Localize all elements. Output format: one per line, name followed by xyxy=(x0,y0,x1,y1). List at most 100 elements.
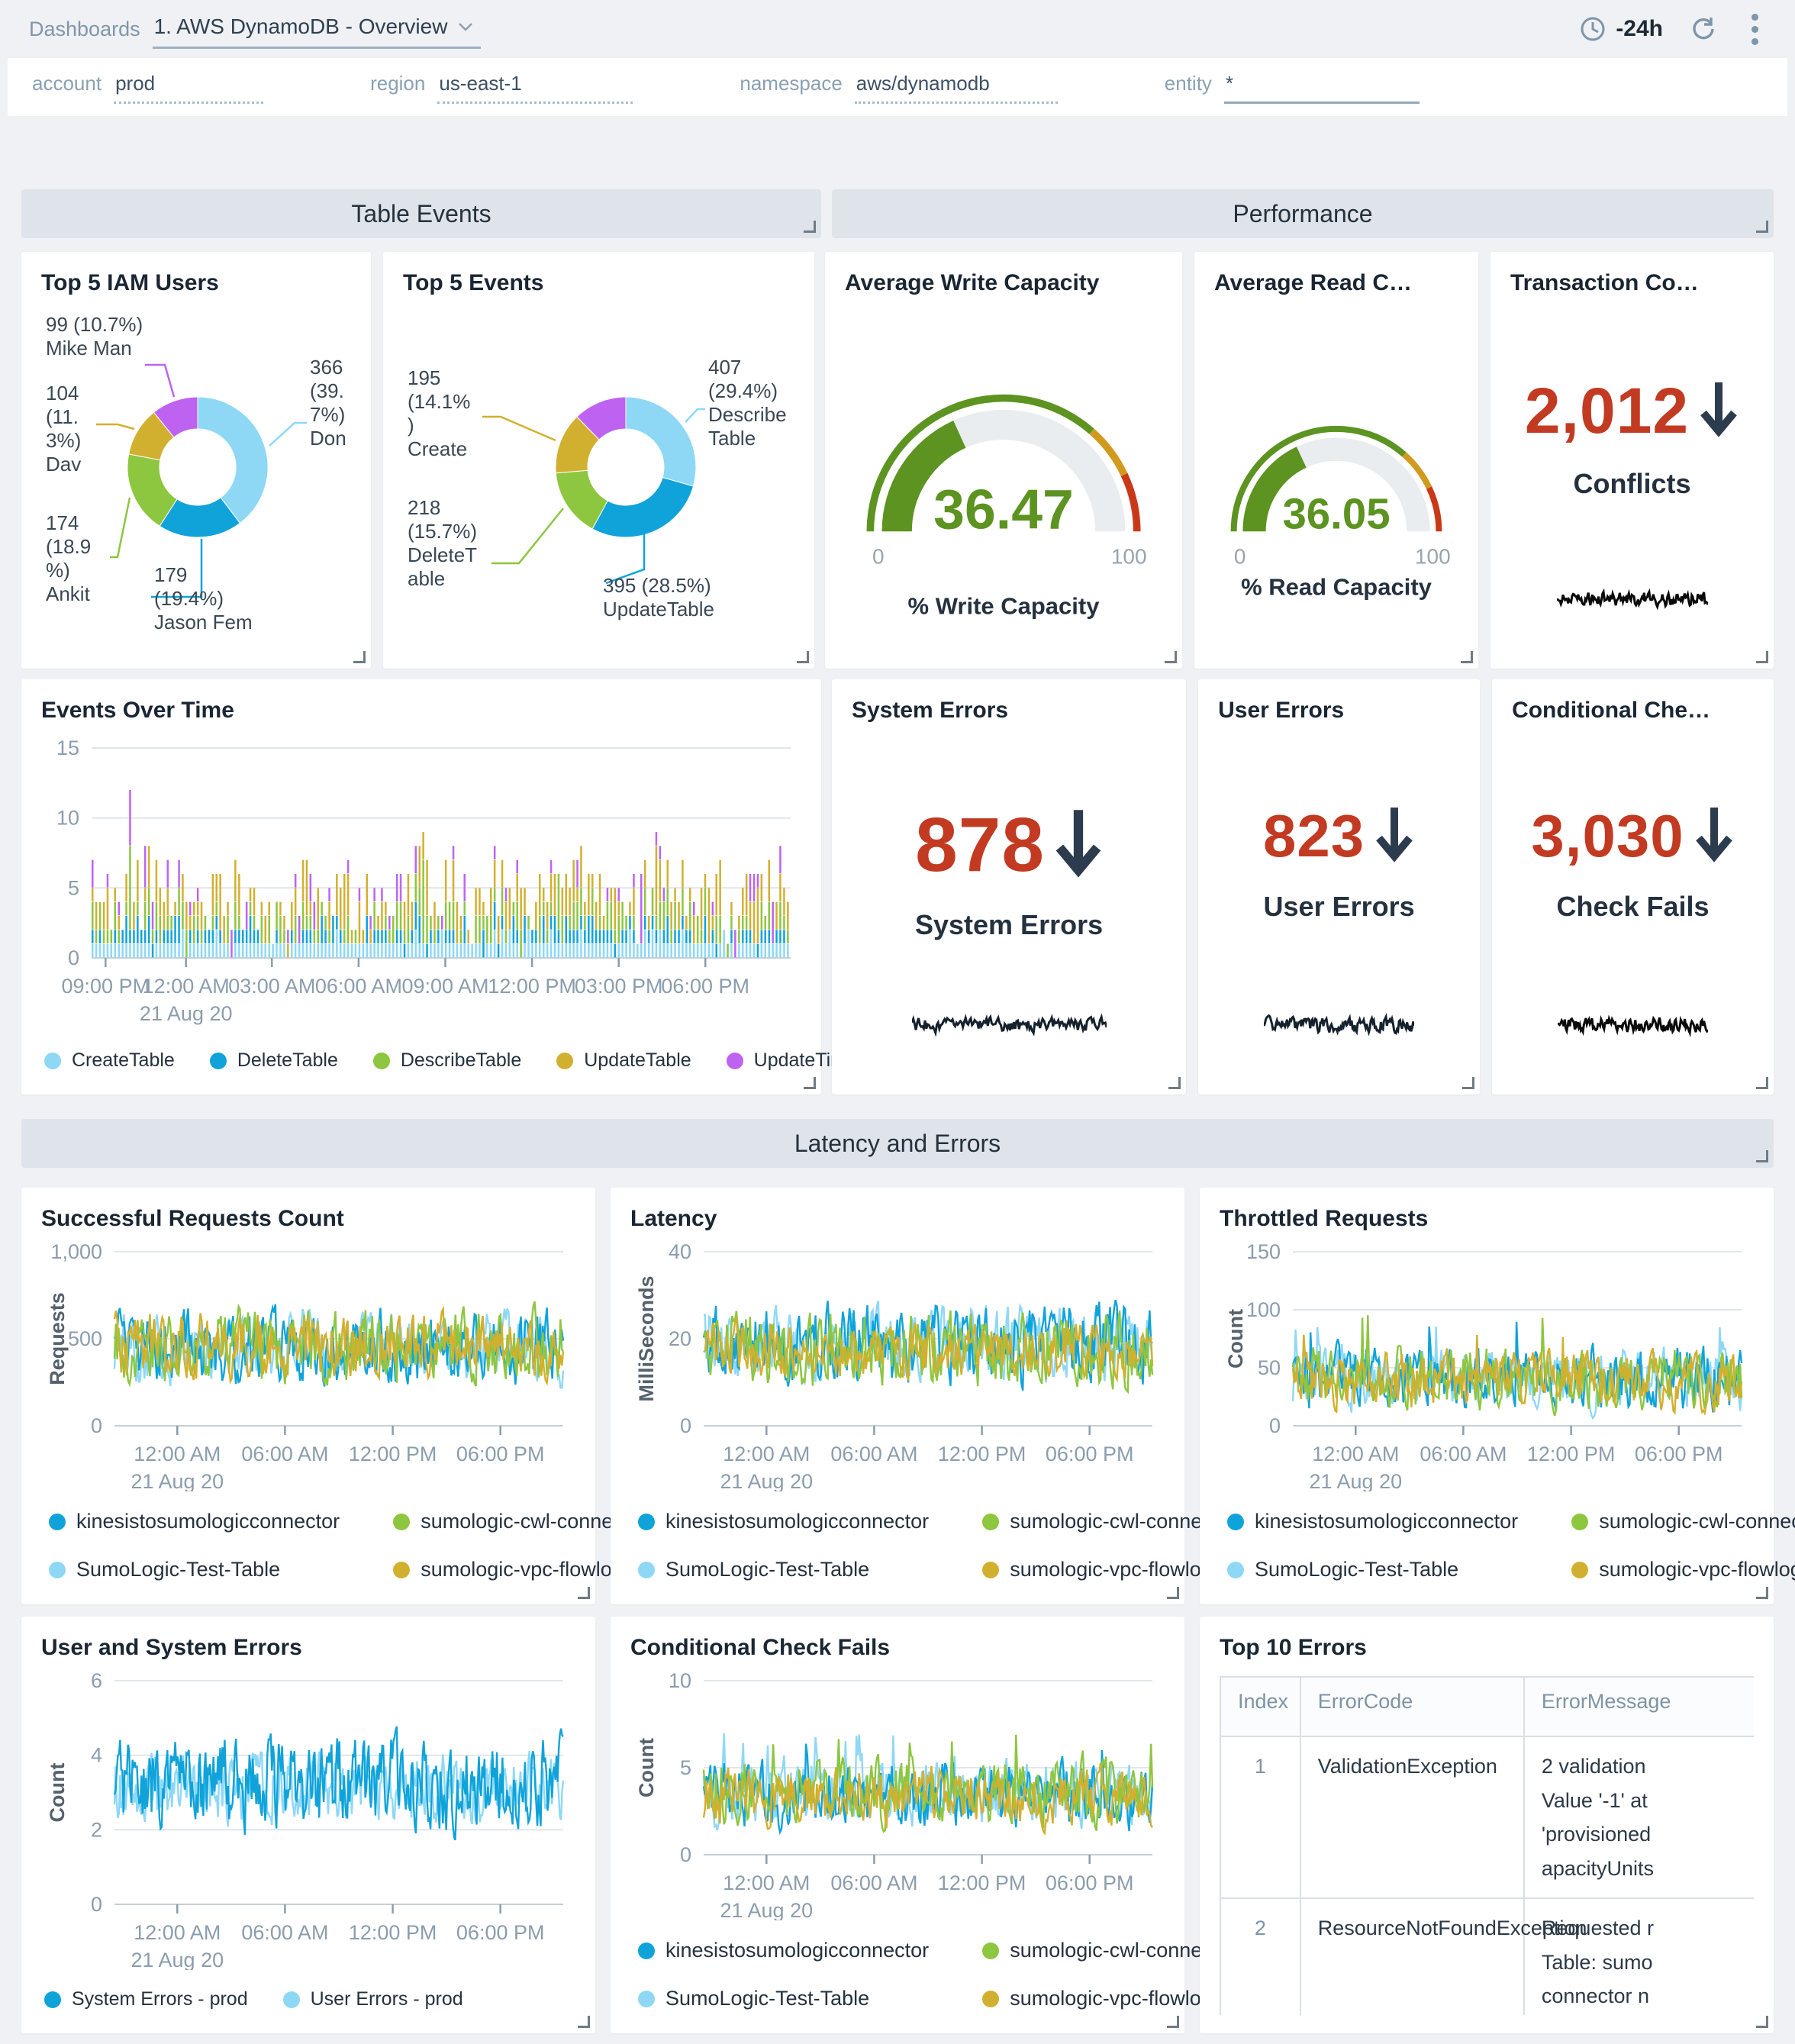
stat-chart[interactable]: 3,030 Check Fails xyxy=(1512,728,1754,1076)
legend-item[interactable]: kinesistosumologicconnector xyxy=(638,1939,929,1962)
svg-text:09:00 PM: 09:00 PM xyxy=(62,975,150,998)
time-range-button[interactable] xyxy=(1579,15,1606,43)
resize-handle-icon[interactable] xyxy=(353,651,366,663)
stat-chart[interactable]: 823 User Errors xyxy=(1218,728,1460,1076)
svg-text:06:00 AM: 06:00 AM xyxy=(830,1443,917,1465)
table-row[interactable]: 1 ValidationException 2 validation Value '-… xyxy=(1220,1735,1754,1900)
chart-canvas[interactable]: 05101509:00 PM12:00 AM21 Aug 2003:00 AM 0… xyxy=(41,728,801,1031)
resize-handle-icon[interactable] xyxy=(1756,221,1768,233)
chart-canvas[interactable]: 366 (39. 7%) Don 179 (19.4%) Jason Fem 174 (18.9… xyxy=(41,301,351,650)
resize-handle-icon[interactable] xyxy=(797,651,809,663)
stacked-bar-chart[interactable]: 0 5 10 15 09:00 PM 12:00 AM 21 Aug 20 03:00 AM 0… xyxy=(41,728,912,1076)
legend-item[interactable]: CreateTable xyxy=(44,1049,175,1072)
legend-item[interactable]: SumoLogic-Test-Table xyxy=(638,1558,929,1581)
col-header[interactable]: ErrorCode xyxy=(1299,1676,1525,1737)
legend-item[interactable]: kinesistosumologicconnector xyxy=(1227,1510,1518,1533)
svg-text:06:00 PM: 06:00 PM xyxy=(456,1921,545,1944)
chart-canvas[interactable]: 36.47 0 100 % Write Capacity xyxy=(845,301,1162,650)
resize-handle-icon[interactable] xyxy=(1756,1150,1768,1162)
legend-item[interactable]: sumologic-cwl-connector xyxy=(1571,1510,1795,1533)
stat-chart[interactable]: 878 System Errors xyxy=(852,728,1166,1076)
svg-text:0: 0 xyxy=(680,1843,691,1866)
legend-item[interactable]: SumoLogic-Test-Table xyxy=(638,1987,929,2010)
breadcrumb[interactable]: Dashboards xyxy=(29,18,140,41)
filter-namespace[interactable]: namespace aws/dynamodb xyxy=(740,70,1058,104)
col-header[interactable]: Index xyxy=(1220,1676,1301,1737)
panel-title: Average Write Capacity xyxy=(845,270,1100,295)
resize-handle-icon[interactable] xyxy=(1756,651,1768,663)
legend-dot xyxy=(372,1052,390,1069)
table-row[interactable]: 2 ResourceNotFoundException Requested r Tab… xyxy=(1220,1897,1754,2015)
dashboard-title-dropdown[interactable]: 1. AWS DynamoDB - Overview xyxy=(152,10,482,49)
line-chart[interactable]: 0 2 4 6 12:00 AM 21 Aug 20 06:00 AM 12:00 PM 06:… xyxy=(41,1665,575,2015)
legend-item[interactable]: kinesistosumologicconnector xyxy=(49,1510,340,1533)
donut-chart[interactable]: 366 (39. 7%) Don 179 (19.4%) Jason Fem 174 (18.9… xyxy=(41,301,351,650)
line-chart[interactable]: 0 500 1,000 12:00 AM 21 Aug 20 06:00 AM 12:00 … xyxy=(41,1236,720,1586)
svg-text:09:00 AM: 09:00 AM xyxy=(401,975,488,998)
line-chart[interactable]: 0 50 100 150 12:00 AM 21 Aug 20 06:00 AM 12:00 … xyxy=(1220,1236,1795,1586)
section-header-table-events: Table Events xyxy=(21,189,821,238)
stat-chart[interactable]: 2,012 Conflicts xyxy=(1510,301,1754,650)
filter-entity[interactable]: entity * xyxy=(1165,70,1420,104)
legend-item[interactable]: UpdateTable xyxy=(556,1049,691,1072)
top-bar: Dashboards 1. AWS DynamoDB - Overview -2… xyxy=(0,0,1795,58)
filter-namespace-value[interactable]: aws/dynamodb xyxy=(854,70,1058,104)
stat-value: 878 xyxy=(915,802,1045,888)
resize-handle-icon[interactable] xyxy=(1462,1077,1475,1089)
filter-entity-value[interactable]: * xyxy=(1223,70,1420,104)
filter-account-value[interactable]: prod xyxy=(114,70,264,104)
resize-handle-icon[interactable] xyxy=(804,1077,816,1089)
refresh-button[interactable] xyxy=(1689,15,1718,44)
legend-item[interactable]: User Errors - prod xyxy=(282,1988,463,2010)
legend-item[interactable]: kinesistosumologicconnector xyxy=(638,1510,929,1533)
errors-table-container[interactable]: Index ErrorCode ErrorMessage 1 ValidationExc… xyxy=(1220,1665,1754,2015)
chart-canvas[interactable]: 0 500 1,000 12:00 AM 21 Aug 20 06:00 AM 12:00 … xyxy=(41,1236,575,1491)
resize-handle-icon[interactable] xyxy=(1168,1077,1181,1089)
resize-handle-icon[interactable] xyxy=(1756,2016,1768,2028)
resize-handle-icon[interactable] xyxy=(1167,1587,1179,1599)
gauge-chart[interactable]: 36.05 0 100 % Read Capacity xyxy=(1214,301,1458,650)
donut-chart[interactable]: 407 (29.4%) Describe Table 395 (28.5%) Update… xyxy=(403,301,794,650)
legend-dot xyxy=(982,1990,1000,2007)
chart-canvas[interactable]: 407 (29.4%) Describe Table 395 (28.5%) Update… xyxy=(403,301,794,650)
line-chart[interactable]: 0 20 40 12:00 AM 21 Aug 20 06:00 AM 12:00 PM 06… xyxy=(630,1236,1310,1586)
legend-dot xyxy=(726,1052,743,1069)
filter-region-value[interactable]: us-east-1 xyxy=(437,70,633,104)
errors-table[interactable]: Index ErrorCode ErrorMessage 1 ValidationExc… xyxy=(1220,1676,1754,2015)
legend-item[interactable]: DeleteTable xyxy=(209,1049,338,1072)
chart-canvas[interactable]: 0 20 40 12:00 AM 21 Aug 20 06:00 AM 12:00 PM 06… xyxy=(630,1236,1165,1491)
kebab-menu-icon[interactable] xyxy=(1744,11,1766,48)
filter-account[interactable]: account prod xyxy=(32,70,264,104)
resize-handle-icon[interactable] xyxy=(1461,651,1473,663)
chart-canvas[interactable]: 36.05 0 100 % Read Capacity xyxy=(1214,301,1458,650)
trend-down-icon xyxy=(1376,807,1413,862)
col-header[interactable]: ErrorMessage xyxy=(1523,1676,1754,1737)
chart-canvas[interactable]: 0 5 10 12:00 AM 21 Aug 20 06:00 AM 12:00 PM 06:… xyxy=(630,1665,1165,1920)
filter-region[interactable]: region us-east-1 xyxy=(370,70,633,104)
svg-text:5: 5 xyxy=(680,1756,691,1779)
svg-text:12:00 PM: 12:00 PM xyxy=(349,1921,437,1944)
panel-user-errors: User Errors 823 User Errors xyxy=(1198,679,1481,1095)
resize-handle-icon[interactable] xyxy=(1165,651,1177,663)
legend-dot xyxy=(44,1052,61,1069)
gauge-chart[interactable]: 36.47 0 100 % Write Capacity xyxy=(845,301,1162,650)
legend-item[interactable]: System Errors - prod xyxy=(44,1988,248,2010)
panel-user-system-errors: User and System Errors 0 2 4 6 12:00 AM 21 Au… xyxy=(21,1617,595,2033)
legend-item[interactable]: SumoLogic-Test-Table xyxy=(1227,1558,1518,1581)
chart-canvas[interactable]: 0 2 4 6 12:00 AM 21 Aug 20 06:00 AM 12:00 PM 06:… xyxy=(41,1665,575,1970)
donut-slice[interactable] xyxy=(625,396,697,487)
chevron-down-icon xyxy=(459,22,473,31)
legend-item[interactable]: DescribeTable xyxy=(372,1049,521,1072)
resize-handle-icon[interactable] xyxy=(1756,1077,1768,1089)
time-range-value[interactable]: -24h xyxy=(1616,16,1663,42)
resize-handle-icon[interactable] xyxy=(1167,2016,1179,2028)
legend-item[interactable]: SumoLogic-Test-Table xyxy=(49,1558,340,1581)
line-chart[interactable]: 0 5 10 12:00 AM 21 Aug 20 06:00 AM 12:00 PM 06:… xyxy=(630,1665,1310,2015)
resize-handle-icon[interactable] xyxy=(578,2016,590,2028)
legend-item[interactable]: sumologic-vpc-flowlog-connector xyxy=(1571,1558,1795,1581)
resize-handle-icon[interactable] xyxy=(804,221,816,233)
donut-slice[interactable] xyxy=(591,476,694,538)
resize-handle-icon[interactable] xyxy=(578,1587,590,1599)
chart-canvas[interactable]: 0 50 100 150 12:00 AM 21 Aug 20 06:00 AM 12:00 … xyxy=(1220,1236,1754,1491)
resize-handle-icon[interactable] xyxy=(1756,1587,1768,1599)
